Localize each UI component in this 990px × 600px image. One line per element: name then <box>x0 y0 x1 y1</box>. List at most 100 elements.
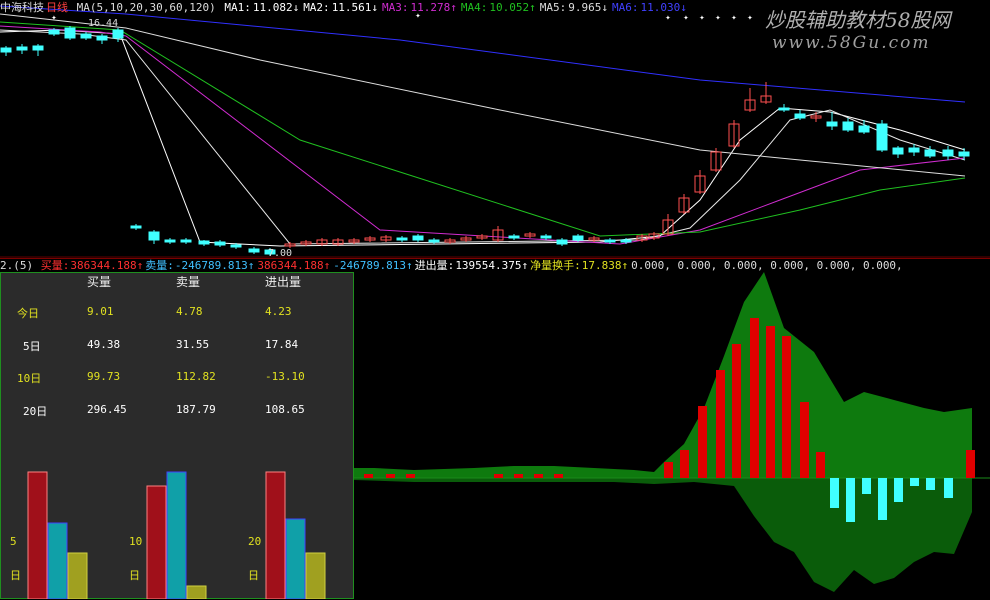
indicator-label: 买量: <box>40 259 70 272</box>
candle <box>130 225 142 229</box>
price-high-label: 16.44 <box>88 18 119 29</box>
ma-label: MA6: <box>612 1 639 14</box>
period-label[interactable]: 日线 <box>46 1 68 14</box>
bar-group-day: 日 <box>129 569 140 582</box>
bar-group-day: 日 <box>10 569 21 582</box>
candle <box>604 239 616 243</box>
candle <box>924 149 936 157</box>
volume-indicator-chart[interactable] <box>354 272 990 600</box>
ma-label: MA4: <box>460 1 488 14</box>
candle <box>540 235 552 239</box>
ma3-line <box>0 25 966 245</box>
row-value: -13.10 <box>265 370 305 383</box>
indicator-item-2: 卖量:-246789.813↑ <box>145 259 255 272</box>
sell-bar <box>862 478 871 494</box>
watermark-url: www.58Gu.com <box>772 33 931 53</box>
ma-item-5: MA5: 9.965↓ <box>540 1 610 14</box>
indicator-item-1: 买量:386344.188↑ <box>41 259 144 272</box>
watermark-title: 炒股辅助教材58股网 <box>765 8 951 32</box>
row-value: 4.23 <box>265 305 292 318</box>
ma-value: 11.030↓ <box>640 1 687 14</box>
row-label: 10日 <box>17 372 42 385</box>
candle <box>148 231 160 241</box>
candle <box>198 240 210 245</box>
bar-group-day: 日 <box>248 569 259 582</box>
buy-bar <box>386 474 395 478</box>
bar-group-label: 10 <box>129 535 143 548</box>
buy-bar <box>534 474 543 478</box>
candle <box>428 239 440 243</box>
col-header-buy: 买量 <box>87 275 112 289</box>
ma-label: MA1: <box>224 1 251 14</box>
ma-header: 中海科技 日线 MA(5,10,20,30,60,120) MA1: 11.082↓… <box>0 1 693 15</box>
candle <box>620 239 632 243</box>
col-header-sell: 卖量 <box>176 275 201 289</box>
stock-name: 中海科技 <box>0 1 44 14</box>
indicator-label: 进出量: <box>414 259 455 272</box>
bar-group-label: 20 <box>248 535 262 548</box>
ma-item-3: MA3: 11.278↑ <box>382 1 459 14</box>
sell-bar <box>926 478 935 490</box>
row-value: 296.45 <box>87 403 127 416</box>
buy-bar <box>716 370 725 478</box>
ma2-line <box>0 29 966 245</box>
ma-params: MA(5,10,20,30,60,120) <box>76 1 216 14</box>
signal-marker: ✦ <box>731 13 737 23</box>
col-header-net: 进出量 <box>265 275 302 289</box>
panel-bar <box>27 471 48 599</box>
row-label: 5日 <box>23 340 41 353</box>
candle <box>214 241 226 246</box>
row-value: 49.38 <box>87 338 121 351</box>
sell-bar <box>894 478 903 502</box>
candle <box>96 35 108 41</box>
row-value: 112.82 <box>176 370 216 383</box>
ma-value: 11.278↑ <box>410 1 457 14</box>
buy-bar <box>732 344 741 478</box>
ma-value: 10.052↑ <box>489 1 536 14</box>
candle <box>32 45 44 51</box>
row-value: 108.65 <box>265 403 305 416</box>
panel-bar <box>146 485 167 599</box>
ma-item-1: MA1: 11.082↓ <box>224 1 301 14</box>
ma1-line <box>0 29 966 247</box>
panel-bar <box>67 552 88 599</box>
buy-bar <box>364 474 373 478</box>
panel-bar <box>305 552 326 599</box>
buy-bar <box>664 462 673 478</box>
candle <box>16 46 28 51</box>
ma-value: 9.965↓ <box>568 1 609 14</box>
candle <box>180 239 192 243</box>
buy-bar <box>554 474 563 478</box>
candle <box>412 235 424 241</box>
panel-bar <box>265 471 286 599</box>
candle <box>80 33 92 39</box>
sell-bar <box>944 478 953 498</box>
panel-bar <box>186 585 207 599</box>
ma-item-6: MA6: 11.030↓ <box>612 1 689 14</box>
candle <box>794 113 806 119</box>
row-value: 187.79 <box>176 403 216 416</box>
indicator-item-5: 进出量:139554.375↑ <box>415 259 529 272</box>
panel-bar <box>47 522 68 599</box>
signal-marker: ✦ <box>747 13 753 23</box>
indicator-value: 386344.188↑ <box>70 259 144 272</box>
row-value: 17.84 <box>265 338 299 351</box>
candle <box>48 29 60 35</box>
indicator-label: 净量换手: <box>530 259 581 272</box>
panel-bar <box>166 471 187 599</box>
candle <box>908 147 920 153</box>
row-label: 20日 <box>23 405 48 418</box>
buy-bar <box>966 450 975 478</box>
buy-bar <box>766 326 775 478</box>
candle <box>842 121 854 131</box>
row-value: 9.01 <box>87 305 114 318</box>
candle <box>508 235 520 239</box>
sell-bar <box>878 478 887 520</box>
indicator-value: -246789.813↑ <box>333 259 413 272</box>
ma-label: MA5: <box>539 1 567 14</box>
indicator-value: 17.838↑ <box>581 259 629 272</box>
row-value: 4.78 <box>176 305 203 318</box>
indicator-value: 139554.375↑ <box>455 259 529 272</box>
row-label: 今日 <box>17 307 39 320</box>
candle <box>164 239 176 243</box>
